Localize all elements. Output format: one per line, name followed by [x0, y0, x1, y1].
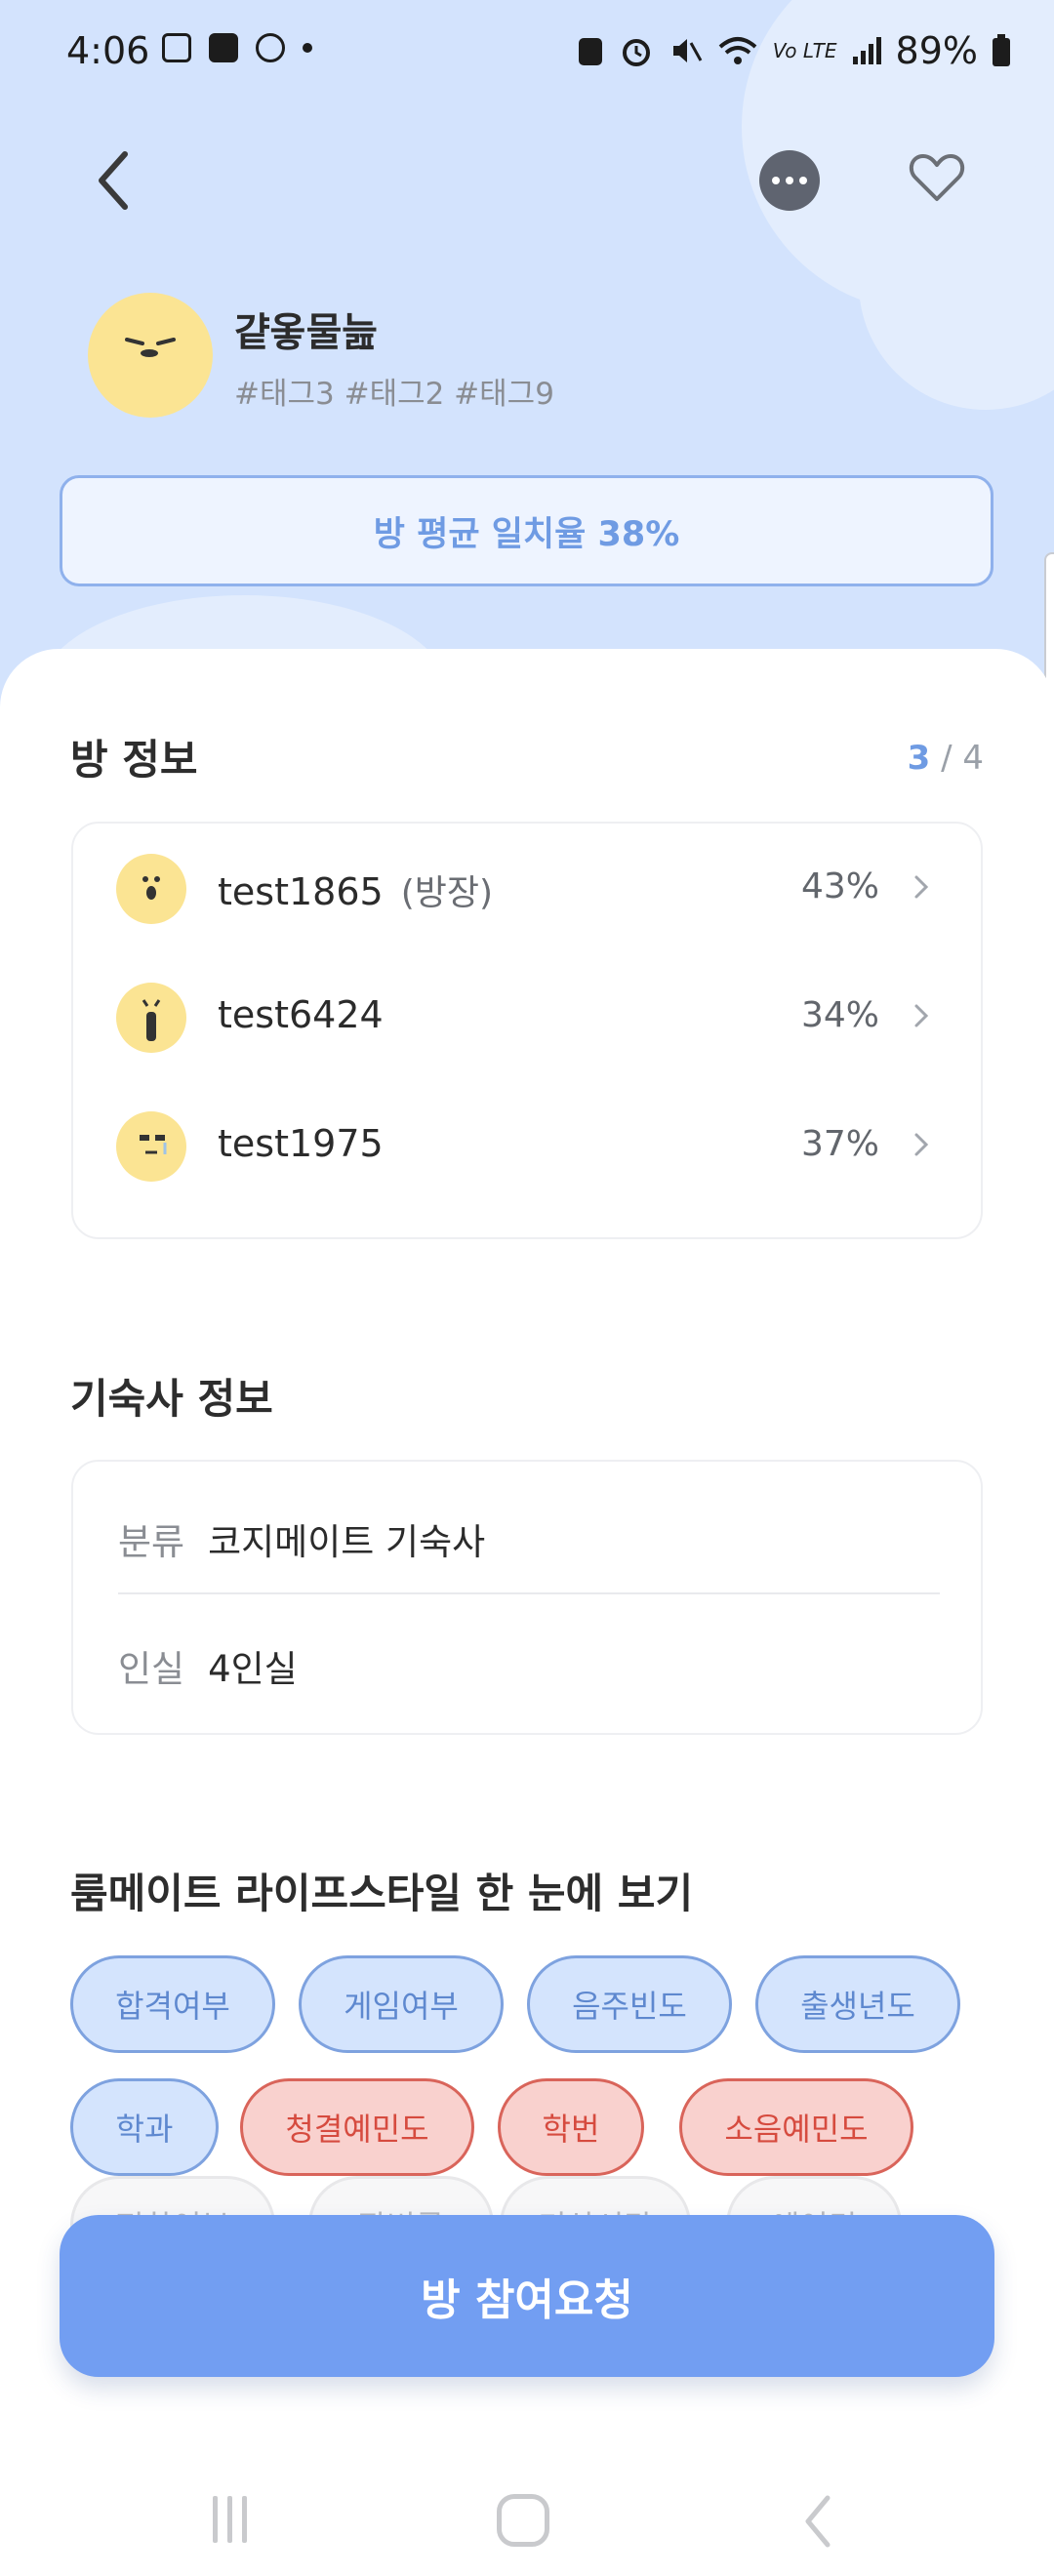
heart-icon[interactable] — [906, 146, 968, 209]
room-avatar — [88, 293, 213, 418]
room-info-title: 방 정보 — [70, 736, 198, 784]
member-count-total: 4 — [962, 739, 984, 778]
top-app-bar — [0, 137, 1054, 234]
dorm-type-value: 코지메이트 기숙사 — [208, 1521, 486, 1563]
chip[interactable]: 학과 — [70, 2078, 219, 2176]
status-system-icons: Vo LTE 89% — [576, 29, 1011, 72]
chevron-right-icon — [914, 875, 929, 899]
member-match-percent: 34% — [800, 995, 879, 1035]
system-nav-bar — [0, 2469, 1054, 2576]
average-match-banner: 방 평균 일치율 38% — [60, 475, 993, 586]
member-list-card: test1865 (방장) 43% test6424 34% test1975 3… — [71, 822, 983, 1239]
volte-label: Vo LTE — [772, 39, 837, 62]
chip[interactable]: 학번 — [498, 2078, 644, 2176]
dorm-type-key: 분류 — [118, 1521, 185, 1563]
tired-face-icon — [140, 1135, 167, 1154]
chip[interactable]: 소음예민도 — [679, 2078, 913, 2176]
room-size-key: 인실 — [118, 1648, 185, 1690]
screenshot-icon — [162, 33, 191, 62]
wifi-icon — [718, 37, 757, 64]
member-row-3[interactable]: test1975 37% — [73, 1081, 981, 1210]
sleepy-face-icon — [125, 338, 176, 357]
member-avatar — [116, 1111, 186, 1182]
dorm-info-title: 기숙사 정보 — [70, 1375, 273, 1423]
member-match-percent: 43% — [800, 866, 879, 906]
nav-back-icon[interactable] — [798, 2492, 837, 2551]
room-size-value: 4인실 — [208, 1648, 298, 1690]
room-profile: 걑옿물늞 #태그3 #태그2 #태그9 — [88, 293, 966, 420]
member-name: test1865 (방장) — [218, 865, 493, 915]
gallery-icon — [209, 33, 238, 62]
member-row-2[interactable]: test6424 34% — [73, 952, 981, 1081]
shocked-face-icon — [142, 999, 161, 1041]
more-notifications-icon — [303, 43, 312, 53]
chevron-right-icon — [914, 1133, 929, 1156]
member-count: 3 / 4 — [908, 739, 984, 778]
surprised-face-icon — [142, 876, 160, 900]
chip[interactable]: 음주빈도 — [527, 1955, 732, 2053]
status-bar: 4:06 Vo LTE 89% — [0, 0, 1054, 107]
battery-icon — [993, 34, 1010, 66]
member-avatar — [116, 854, 186, 924]
dorm-info-card: 분류 코지메이트 기숙사 인실 4인실 — [71, 1460, 983, 1735]
chip[interactable]: 게임여부 — [299, 1955, 504, 2053]
member-count-separator: / — [930, 739, 963, 778]
member-name-text: test1865 — [218, 870, 384, 913]
mute-icon — [672, 39, 703, 62]
dorm-type-row: 분류 코지메이트 기숙사 — [118, 1512, 485, 1565]
signal-icon — [852, 37, 881, 64]
member-name: test6424 — [218, 993, 384, 1036]
room-size-row: 인실 4인실 — [118, 1639, 298, 1692]
battery-percent: 89% — [895, 29, 978, 72]
divider — [118, 1592, 940, 1594]
chevron-right-icon — [914, 1004, 929, 1027]
member-count-current: 3 — [907, 739, 931, 778]
room-name: 걑옿물늞 — [234, 310, 379, 355]
chip[interactable]: 청결예민도 — [240, 2078, 474, 2176]
alarm-icon — [622, 39, 650, 66]
host-label: (방장) — [400, 873, 494, 913]
member-name: test1975 — [218, 1122, 384, 1165]
home-icon[interactable] — [497, 2494, 549, 2547]
member-match-percent: 37% — [800, 1124, 879, 1164]
status-notification-icons — [162, 33, 312, 62]
back-icon[interactable] — [88, 146, 146, 215]
chip[interactable]: 출생년도 — [755, 1955, 960, 2053]
member-row-1[interactable]: test1865 (방장) 43% — [73, 824, 981, 952]
recent-apps-icon[interactable] — [205, 2496, 254, 2545]
battery-saver-icon — [578, 38, 602, 65]
join-request-button[interactable]: 방 참여요청 — [60, 2215, 994, 2377]
member-avatar — [116, 983, 186, 1053]
room-tags: #태그3 #태그2 #태그9 — [234, 377, 554, 412]
chat-icon[interactable] — [759, 150, 820, 211]
lifestyle-title: 룸메이트 라이프스타일 한 눈에 보기 — [70, 1870, 694, 1917]
status-time: 4:06 — [66, 29, 150, 72]
chip[interactable]: 합격여부 — [70, 1955, 275, 2053]
chrome-icon — [256, 33, 285, 62]
